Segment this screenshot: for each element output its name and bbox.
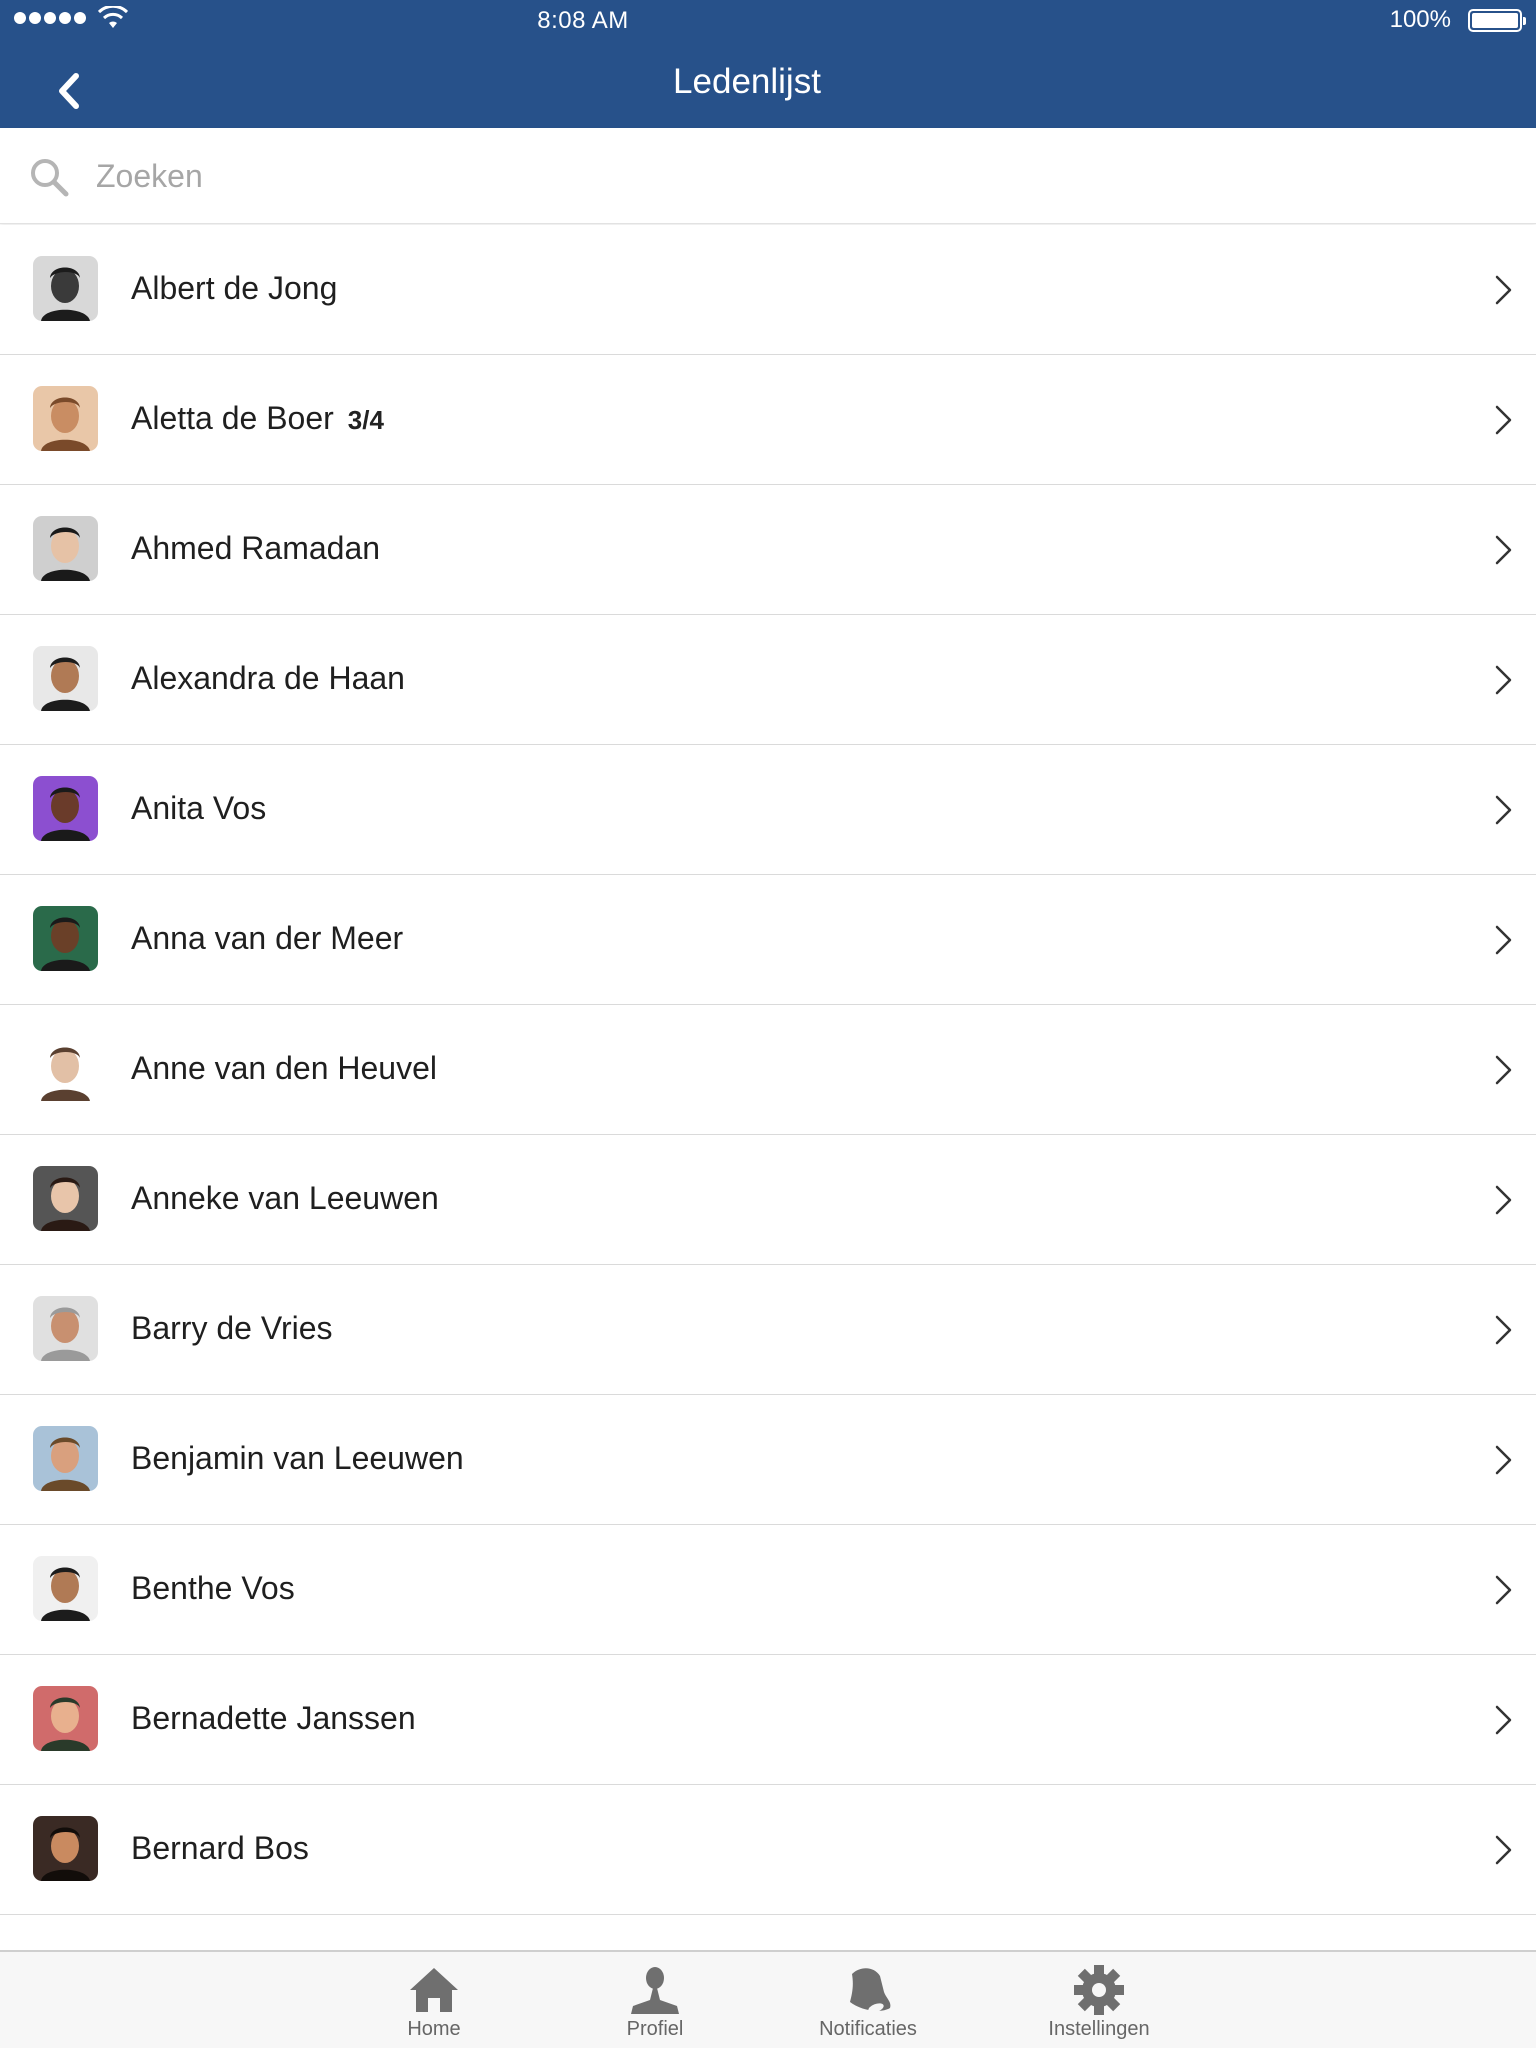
member-name-text: Ahmed Ramadan: [131, 530, 381, 566]
avatar: [33, 776, 98, 841]
member-row[interactable]: Aletta de Boer 3/4: [0, 355, 1536, 485]
avatar: [33, 1816, 98, 1881]
tab-label: Home: [407, 2018, 461, 2040]
member-name-text: Anne van den Heuvel: [131, 1050, 437, 1086]
member-name: Anita Vos: [131, 790, 280, 827]
chevron-right-icon: [1495, 1575, 1512, 1605]
member-name: Alexandra de Haan: [131, 660, 419, 697]
chevron-right-icon: [1495, 1705, 1512, 1735]
avatar: [33, 386, 98, 451]
chevron-right-icon: [1495, 1835, 1512, 1865]
member-name-text: Anneke van Leeuwen: [131, 1180, 439, 1216]
avatar: [33, 646, 98, 711]
member-list: Albert de Jong Aletta de Boer 3/4 Ahmed Ram…: [0, 225, 1536, 1950]
member-row[interactable]: Bernard Bos: [0, 1785, 1536, 1915]
member-name: Anna van der Meer: [131, 920, 417, 957]
avatar: [33, 1426, 98, 1491]
member-row[interactable]: Albert de Jong: [0, 225, 1536, 355]
avatar: [33, 256, 98, 321]
avatar: [33, 906, 98, 971]
chevron-right-icon: [1495, 665, 1512, 695]
member-badge: 3/4: [347, 405, 384, 435]
member-name: Bernadette Janssen: [131, 1700, 430, 1737]
tab-home[interactable]: Home: [334, 1952, 534, 2048]
chevron-right-icon: [1495, 1315, 1512, 1345]
tab-profiel[interactable]: Profiel: [555, 1952, 755, 2048]
member-name: Ahmed Ramadan: [131, 530, 394, 567]
member-name-text: Anna van der Meer: [131, 920, 404, 956]
avatar: [33, 516, 98, 581]
member-row[interactable]: Anna van der Meer: [0, 875, 1536, 1005]
tab-label: Instellingen: [1048, 2018, 1150, 2040]
member-row[interactable]: Anne van den Heuvel: [0, 1005, 1536, 1135]
person-icon: [631, 1967, 679, 2014]
avatar: [33, 1556, 98, 1621]
chevron-right-icon: [1495, 535, 1512, 565]
tab-notificaties[interactable]: Notificaties: [768, 1952, 968, 2048]
battery-icon: [1468, 9, 1526, 32]
member-name: Aletta de Boer 3/4: [131, 400, 384, 437]
member-name: Anneke van Leeuwen: [131, 1180, 453, 1217]
status-time: 8:08 AM: [537, 7, 629, 34]
member-name: Benthe Vos: [131, 1570, 309, 1607]
avatar: [33, 1166, 98, 1231]
tab-instellingen[interactable]: Instellingen: [999, 1952, 1199, 2048]
chevron-right-icon: [1495, 795, 1512, 825]
avatar: [33, 1036, 98, 1101]
member-name-text: Benjamin van Leeuwen: [131, 1440, 464, 1476]
member-name-text: Barry de Vries: [131, 1310, 333, 1346]
member-name: Anne van den Heuvel: [131, 1050, 451, 1087]
member-name: Barry de Vries: [131, 1310, 347, 1347]
tab-label: Profiel: [626, 2018, 684, 2040]
member-row[interactable]: Anneke van Leeuwen: [0, 1135, 1536, 1265]
chevron-right-icon: [1495, 1185, 1512, 1215]
navigation-bar: 8:08 AM 100% Ledenlijst: [0, 0, 1536, 128]
member-name: Benjamin van Leeuwen: [131, 1440, 478, 1477]
chevron-right-icon: [1495, 925, 1512, 955]
member-name: Albert de Jong: [131, 270, 351, 307]
chevron-right-icon: [1495, 275, 1512, 305]
member-name-text: Albert de Jong: [131, 270, 338, 306]
tab-label: Notificaties: [819, 2018, 917, 2040]
member-row[interactable]: Anita Vos: [0, 745, 1536, 875]
member-row[interactable]: Bernadette Janssen: [0, 1655, 1536, 1785]
member-name-text: Anita Vos: [131, 790, 267, 826]
bell-icon: [850, 1968, 891, 2013]
page-title: Ledenlijst: [673, 62, 821, 101]
member-name: Bernard Bos: [131, 1830, 323, 1867]
chevron-right-icon: [1495, 405, 1512, 435]
member-row[interactable]: Benthe Vos: [0, 1525, 1536, 1655]
home-icon: [410, 1968, 458, 2012]
member-name-text: Benthe Vos: [131, 1570, 295, 1606]
member-row[interactable]: Benjamin van Leeuwen: [0, 1395, 1536, 1525]
search-input[interactable]: [96, 146, 1496, 206]
member-name-text: Aletta de Boer: [131, 400, 334, 436]
search-icon: [31, 159, 69, 197]
member-name-text: Alexandra de Haan: [131, 660, 405, 696]
chevron-right-icon: [1495, 1055, 1512, 1085]
gear-icon: [1074, 1965, 1124, 2015]
member-row[interactable]: Alexandra de Haan: [0, 615, 1536, 745]
avatar: [33, 1296, 98, 1361]
member-name-text: Bernard Bos: [131, 1830, 309, 1866]
tab-bar: Home Profiel Notificaties Instellingen: [0, 1950, 1536, 2048]
search-bar: [0, 128, 1536, 224]
battery-percentage: 100%: [1389, 6, 1451, 33]
member-row[interactable]: Barry de Vries: [0, 1265, 1536, 1395]
member-row[interactable]: Ahmed Ramadan: [0, 485, 1536, 615]
status-bar: 8:08 AM 100%: [0, 0, 1536, 40]
member-name-text: Bernadette Janssen: [131, 1700, 416, 1736]
chevron-right-icon: [1495, 1445, 1512, 1475]
avatar: [33, 1686, 98, 1751]
